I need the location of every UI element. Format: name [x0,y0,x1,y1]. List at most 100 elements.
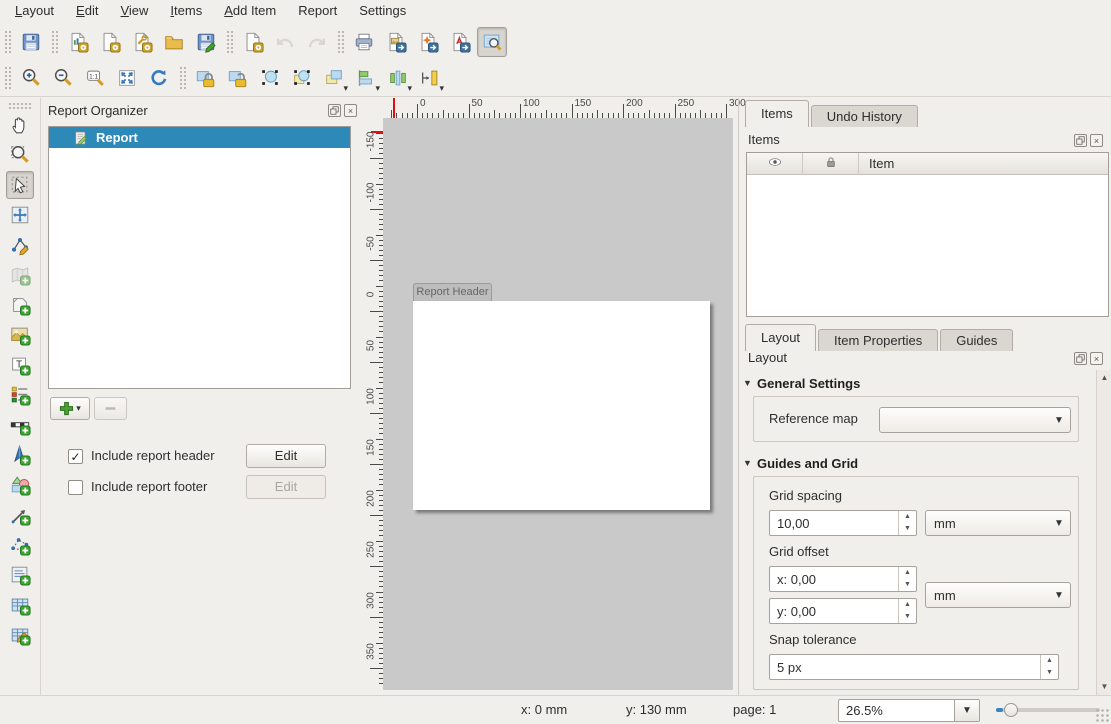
unlock-items-button[interactable] [223,63,253,93]
reference-map-combobox[interactable]: ▼ [879,407,1071,433]
pan-tool-button[interactable] [6,111,34,139]
tab-items[interactable]: Items [745,100,809,127]
toolbar-drag-handle[interactable] [225,29,234,55]
edit-header-button[interactable]: Edit [246,444,326,468]
snap-tolerance-spinbox[interactable]: 5 px ▲▼ [769,654,1059,680]
menu-report[interactable]: Report [287,0,348,21]
zoom-in-button[interactable] [16,63,46,93]
zoom-slider-handle[interactable] [1004,703,1018,717]
raise-items-icon [323,67,345,89]
close-panel-icon[interactable]: × [1090,134,1103,147]
report-tree[interactable]: Report [48,126,351,389]
add-html-button[interactable] [6,561,34,589]
align-items-button[interactable]: ▾ [351,63,381,93]
save-as-template-button[interactable] [191,27,221,57]
zoom-level-combobox[interactable]: 26.5%▼ [838,699,980,722]
toolbar-drag-handle[interactable] [50,29,59,55]
report-tree-item[interactable]: Report [49,127,350,148]
zoom-slider[interactable] [996,708,1100,712]
vertical-scrollbar[interactable]: ▲ ▼ [1096,370,1111,695]
duplicate-layout-button[interactable] [63,27,93,57]
edit-nodes-button[interactable] [6,231,34,259]
zoom-combo-arrow-icon[interactable]: ▼ [954,700,979,721]
menu-items[interactable]: Items [159,0,213,21]
report-page[interactable] [413,301,710,510]
remove-report-section-button[interactable] [94,397,127,420]
tab-guides[interactable]: Guides [940,329,1013,351]
grid-spacing-unit-combobox[interactable]: mm▼ [925,510,1071,536]
layout-canvas[interactable]: Report Header [383,118,733,690]
print-icon [353,31,375,53]
float-panel-icon[interactable] [328,104,341,117]
lock-items-button[interactable] [191,63,221,93]
add-shape-button[interactable] [6,471,34,499]
toolbar-drag-handle[interactable] [336,29,345,55]
close-panel-icon[interactable]: × [1090,352,1103,365]
add-report-section-button[interactable]: ▾ [50,397,90,420]
include-report-header-checkbox[interactable]: ✓ [68,449,83,464]
grid-offset-y-spinbox[interactable]: y: 0,00 ▲▼ [769,598,917,624]
add-picture-button[interactable] [6,321,34,349]
resize-grip[interactable] [1095,708,1109,722]
add-legend-button[interactable] [6,381,34,409]
export-svg-button[interactable] [413,27,443,57]
menu-layout[interactable]: Layout [4,0,65,21]
grid-offset-unit-combobox[interactable]: mm▼ [925,582,1071,608]
guides-and-grid-header[interactable]: Guides and Grid [757,456,858,471]
add-label-button[interactable]: T [6,351,34,379]
menu-add-item[interactable]: Add Item [213,0,287,21]
export-pdf-button[interactable] [445,27,475,57]
menu-settings[interactable]: Settings [348,0,417,21]
scroll-down-icon[interactable]: ▼ [1098,680,1111,694]
zoom-full-button[interactable] [112,63,142,93]
zoom-tool-button[interactable] [6,141,34,169]
add-north-arrow-button[interactable] [6,441,34,469]
report-settings-button[interactable] [477,27,507,57]
toolbar-drag-handle[interactable] [178,65,187,91]
refresh-button[interactable] [144,63,174,93]
deselect-items-button[interactable] [287,63,317,93]
grid-spacing-spinbox[interactable]: 10,00 ▲▼ [769,510,917,536]
tab-layout[interactable]: Layout [745,324,816,351]
select-move-item-button[interactable] [6,171,34,199]
zoom-out-button[interactable] [48,63,78,93]
print-button[interactable] [349,27,379,57]
float-panel-icon[interactable] [1074,352,1087,365]
distribute-items-button[interactable]: ▾ [383,63,413,93]
resize-items-button[interactable]: ▾ [415,63,445,93]
raise-items-button[interactable]: ▾ [319,63,349,93]
zoom-actual-button[interactable]: 1:1 [80,63,110,93]
add-scalebar-button[interactable] [6,411,34,439]
grid-offset-x-spinbox[interactable]: x: 0,00 ▲▼ [769,566,917,592]
tab-item-properties[interactable]: Item Properties [818,329,938,351]
close-panel-icon[interactable]: × [344,104,357,117]
include-report-footer-checkbox[interactable] [68,480,83,495]
move-item-content-button[interactable] [6,201,34,229]
add-attribute-table-button[interactable] [6,591,34,619]
toolbar-main [0,23,1111,60]
add-node-item-button[interactable] [6,531,34,559]
toolbar-drag-handle[interactable] [7,101,33,109]
new-page-button[interactable] [238,27,268,57]
general-settings-header[interactable]: General Settings [757,376,860,391]
scroll-up-icon[interactable]: ▲ [1098,371,1111,385]
add-arrow-button[interactable] [6,501,34,529]
menu-edit[interactable]: Edit [65,0,109,21]
add-fixed-table-button[interactable] [6,621,34,649]
open-layout-button[interactable] [159,27,189,57]
float-panel-icon[interactable] [1074,134,1087,147]
collapse-triangle-icon[interactable]: ▼ [743,458,752,468]
items-table[interactable]: Item [746,152,1109,317]
tab-undo-history[interactable]: Undo History [811,105,918,127]
layout-properties-button[interactable] [127,27,157,57]
menu-view[interactable]: View [109,0,159,21]
zoom-actual-icon: 1:1 [84,67,106,89]
new-layout-button[interactable] [95,27,125,57]
save-project-button[interactable] [16,27,46,57]
select-all-items-button[interactable] [255,63,285,93]
collapse-triangle-icon[interactable]: ▼ [743,378,752,388]
add-3d-map-button[interactable] [6,291,34,319]
export-image-button[interactable] [381,27,411,57]
toolbar-drag-handle[interactable] [3,29,12,55]
toolbar-drag-handle[interactable] [3,65,12,91]
